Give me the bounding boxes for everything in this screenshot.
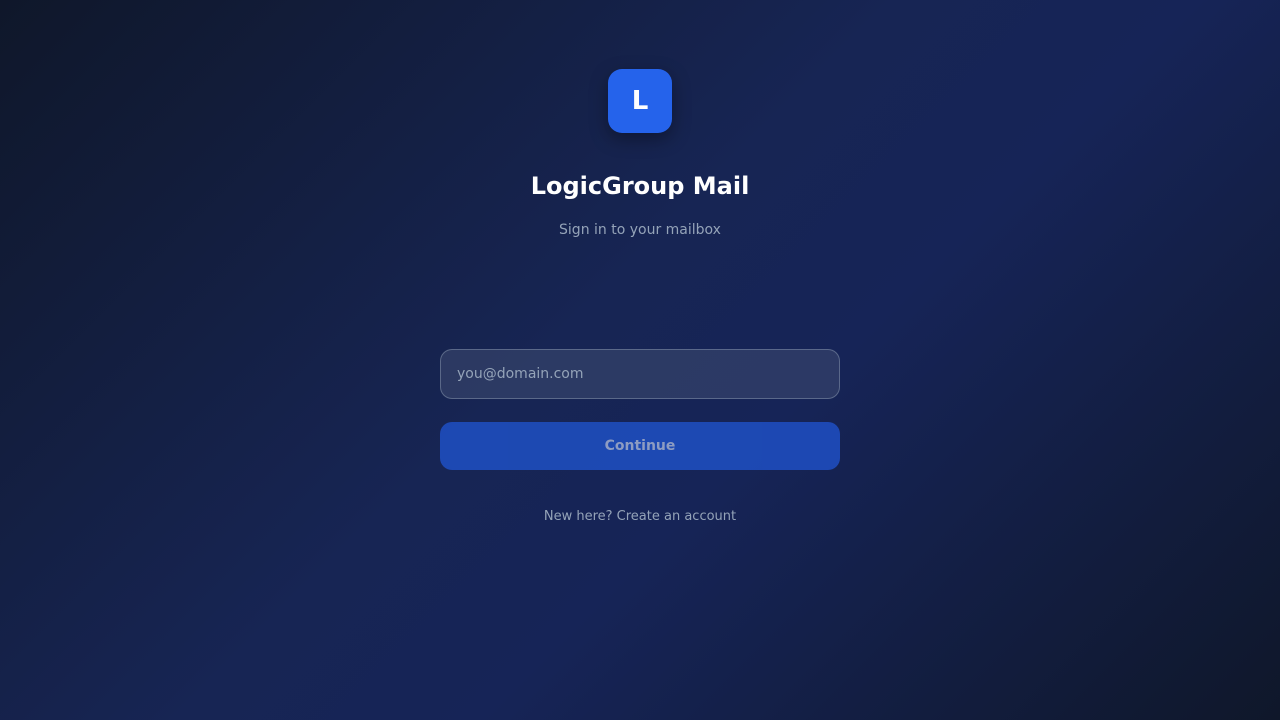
logo-letter: L bbox=[631, 86, 649, 116]
email-field[interactable] bbox=[440, 349, 840, 399]
signup-prompt: New here? Create an account bbox=[0, 509, 1280, 525]
app-logo: L bbox=[608, 69, 672, 133]
page-title: LogicGroup Mail bbox=[530, 172, 750, 200]
create-account-link[interactable]: New here? Create an account bbox=[544, 509, 736, 524]
login-page: L LogicGroup Mail Sign in to your mailbo… bbox=[0, 0, 1280, 720]
continue-button[interactable]: Continue bbox=[440, 422, 840, 470]
page-subtitle: Sign in to your mailbox bbox=[559, 222, 721, 238]
